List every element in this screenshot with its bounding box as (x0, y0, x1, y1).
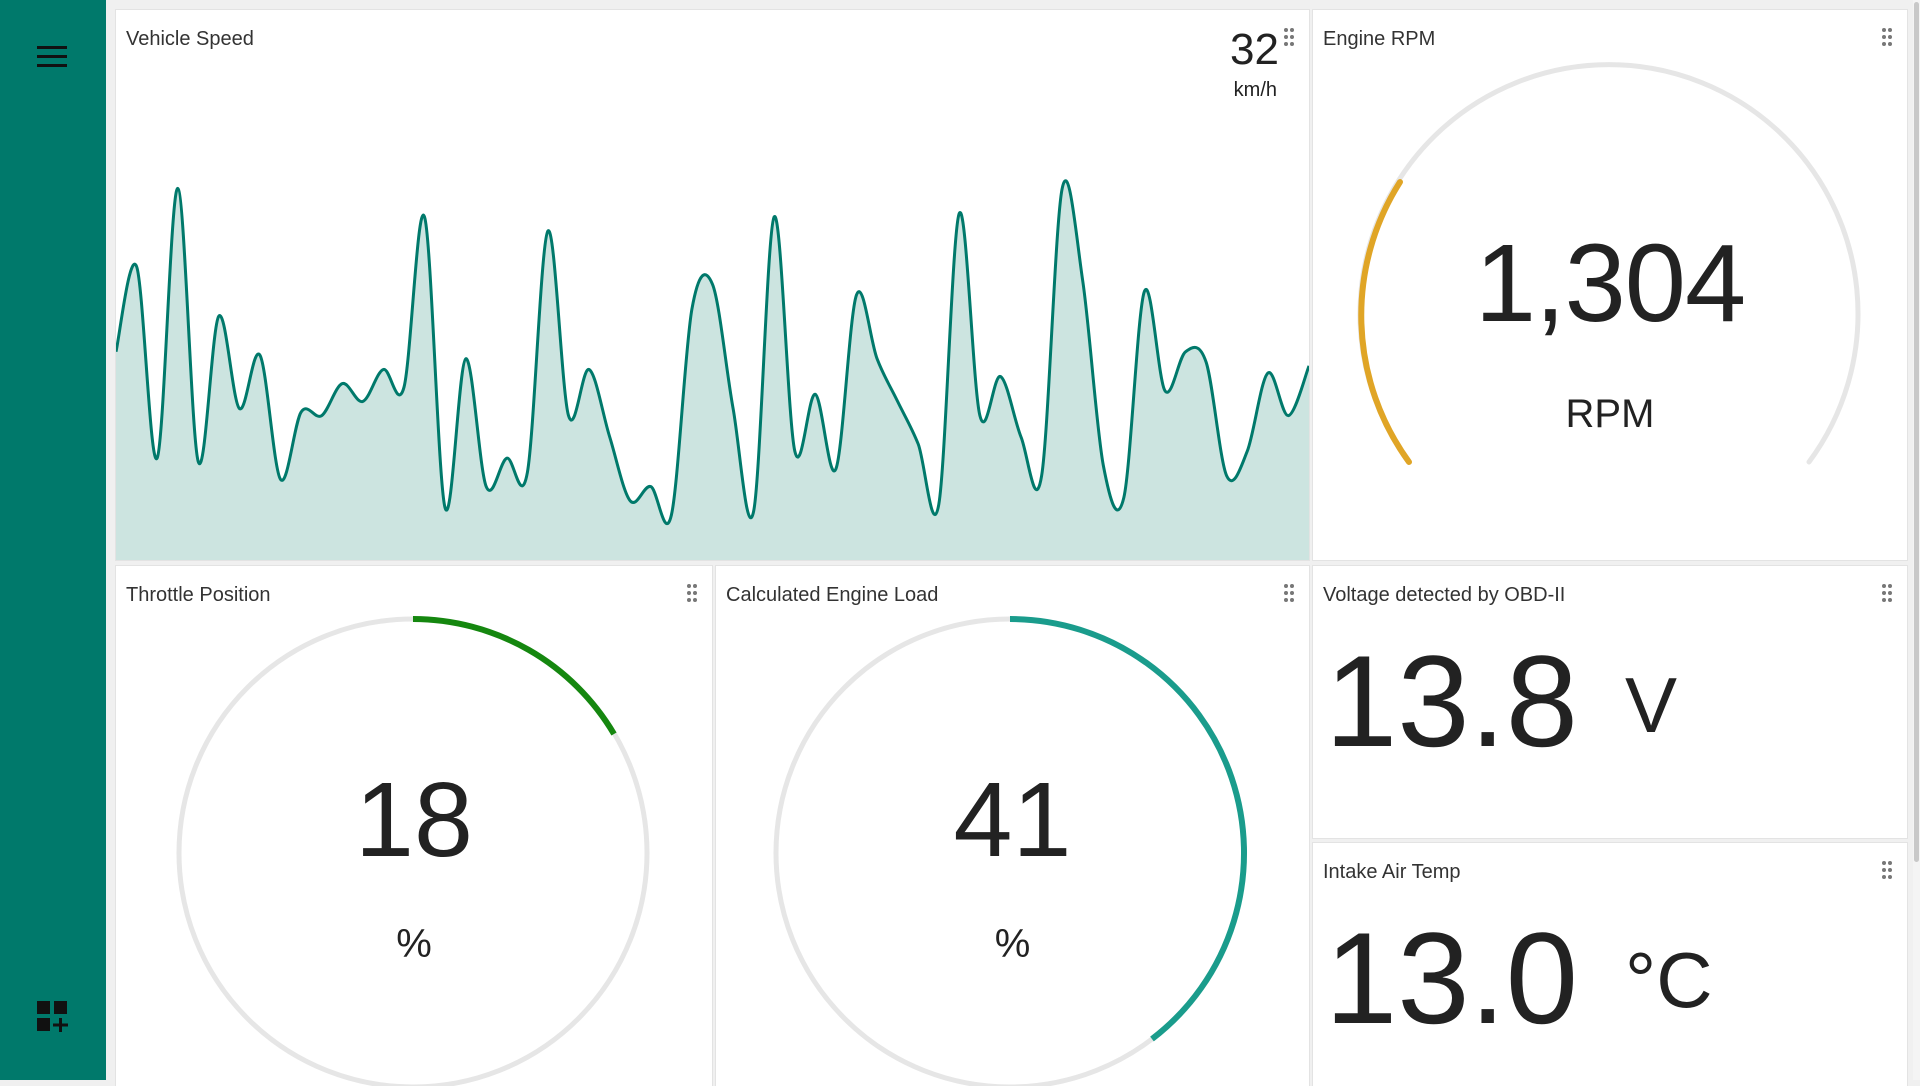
voltage-value: 13.8 (1325, 628, 1579, 774)
vehicle-speed-card: Vehicle Speed 32 km/h (116, 10, 1309, 560)
scrollbar-thumb[interactable] (1914, 2, 1919, 862)
engine-rpm-card: Engine RPM 1,304 RPM (1313, 10, 1907, 560)
scrollbar[interactable] (1913, 0, 1920, 1080)
voltage-card: Voltage detected by OBD-II 13.8 V (1313, 566, 1907, 838)
throttle-position-card: Throttle Position 18 % (116, 566, 712, 1086)
engine-load-unit: % (994, 922, 1031, 966)
sidebar (0, 0, 106, 1080)
voltage-title: Voltage detected by OBD-II (1323, 584, 1566, 606)
vehicle-speed-area (116, 180, 1309, 560)
drag-handle-icon[interactable] (1881, 860, 1893, 880)
engine-load-value: 41 (953, 761, 1072, 879)
intake-air-temp-title: Intake Air Temp (1323, 861, 1461, 883)
hamburger-menu-icon[interactable] (37, 46, 67, 72)
intake-air-temp-unit: °C (1625, 936, 1713, 1024)
engine-load-card: Calculated Engine Load 41 % (716, 566, 1309, 1086)
intake-air-temp-value: 13.0 (1325, 905, 1579, 1051)
vehicle-speed-chart (116, 179, 1309, 560)
throttle-position-gauge-fill (412, 616, 617, 736)
dashboard-grid: Vehicle Speed 32 km/h Engine RPM 1,304 R… (106, 0, 1920, 1086)
throttle-position-unit: % (396, 922, 432, 966)
dashboard-add-icon[interactable] (37, 1001, 69, 1033)
engine-rpm-unit: RPM (1565, 392, 1655, 436)
engine-rpm-value: 1,304 (1474, 222, 1746, 345)
throttle-position-value: 18 (355, 761, 473, 879)
voltage-unit: V (1625, 661, 1678, 749)
drag-handle-icon[interactable] (1881, 583, 1893, 603)
intake-air-temp-card: Intake Air Temp 13.0 °C (1313, 843, 1907, 1086)
